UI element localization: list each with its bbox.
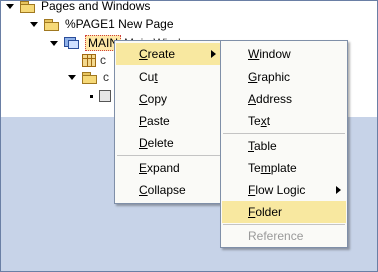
tree-node-element[interactable] <box>90 87 115 105</box>
folder-icon <box>82 71 97 84</box>
tree-node-folder[interactable]: c <box>68 68 109 86</box>
tree-node-label: Pages and Windows <box>41 0 151 13</box>
tree-node-label: c <box>100 53 106 67</box>
tree-node-label: c <box>103 70 109 84</box>
submenu-item-address[interactable]: Address <box>222 88 346 110</box>
expand-arrow-icon[interactable] <box>30 21 38 27</box>
expand-arrow-icon[interactable] <box>50 40 58 46</box>
submenu-item-template[interactable]: Template <box>222 157 346 179</box>
window-icon <box>64 37 79 49</box>
context-menu: Create Cut Copy Paste Delete Expand Coll… <box>114 40 224 204</box>
submenu-item-folder[interactable]: Folder <box>222 201 346 223</box>
menu-item-delete[interactable]: Delete <box>116 132 222 154</box>
table-icon <box>82 53 96 67</box>
menu-item-cut[interactable]: Cut <box>116 66 222 88</box>
submenu-item-window[interactable]: Window <box>222 43 346 65</box>
submenu-item-text[interactable]: Text <box>222 110 346 132</box>
bullet-icon <box>90 94 93 98</box>
menu-item-create[interactable]: Create <box>116 43 222 65</box>
submenu-arrow-icon <box>336 186 341 194</box>
expand-arrow-icon[interactable] <box>6 3 14 9</box>
menu-separator <box>223 133 345 134</box>
submenu-item-reference: Reference <box>248 229 304 243</box>
menu-item-paste[interactable]: Paste <box>116 110 222 132</box>
tree-node-pages-and-windows[interactable]: Pages and Windows <box>6 0 150 15</box>
menu-item-collapse[interactable]: Collapse <box>116 179 222 201</box>
menu-item-copy[interactable]: Copy <box>116 88 222 110</box>
menu-item-expand[interactable]: Expand <box>116 157 222 179</box>
submenu-item-flow-logic[interactable]: Flow Logic <box>222 179 346 201</box>
submenu-arrow-icon <box>211 50 216 58</box>
tree-node-child[interactable]: c <box>82 51 106 69</box>
folder-icon <box>44 18 59 31</box>
element-icon <box>99 90 111 102</box>
expand-arrow-icon[interactable] <box>68 74 76 80</box>
tree-node-label: %PAGE1 New Page <box>65 17 174 31</box>
create-submenu: Window Graphic Address Text Table Templa… <box>220 40 348 248</box>
tree-node-page[interactable]: %PAGE1 New Page <box>30 15 174 33</box>
menu-separator <box>117 155 221 156</box>
submenu-item-table[interactable]: Table <box>222 135 346 157</box>
folder-icon <box>20 0 35 13</box>
submenu-item-graphic[interactable]: Graphic <box>222 66 346 88</box>
